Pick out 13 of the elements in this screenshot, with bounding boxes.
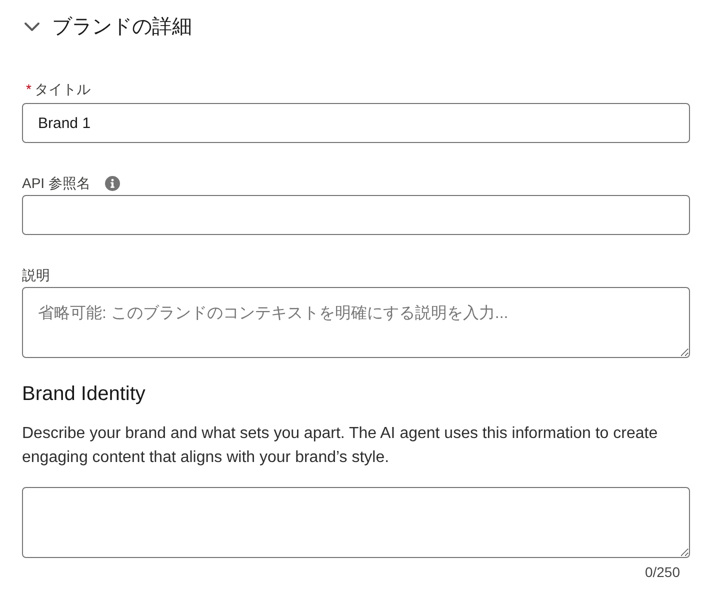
section-heading: Brand Identity bbox=[22, 382, 146, 407]
description-text: Describe your brand and what sets you apart. The AI agent uses this information to create engaging content that aligns with your brand’s style. bbox=[22, 424, 659, 468]
text-area-field[interactable] bbox=[22, 487, 690, 558]
field-label: 説明 bbox=[22, 266, 50, 285]
section-toggle[interactable]: ブランドの詳細 bbox=[22, 12, 192, 42]
text-area-field[interactable]: 省略可能: このブランドのコンテキストを明確にする説明を入力... bbox=[22, 287, 690, 358]
character-counter: 0/250 bbox=[644, 563, 680, 582]
info-icon[interactable] bbox=[105, 176, 120, 190]
input-field[interactable]: Brand 1 bbox=[22, 103, 690, 143]
field-label: タイトル bbox=[34, 80, 90, 99]
field-label: API 参照名 bbox=[22, 174, 90, 193]
input-field[interactable] bbox=[22, 195, 690, 235]
required-asterisk: * bbox=[26, 80, 32, 99]
